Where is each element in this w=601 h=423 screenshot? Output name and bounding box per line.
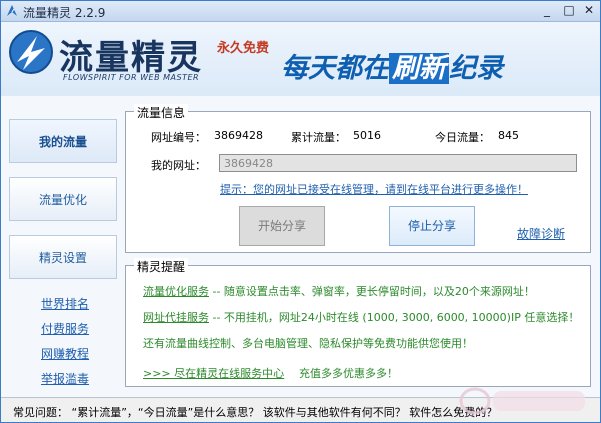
today-flow-value: 845 <box>498 129 519 142</box>
start-share-button[interactable]: 开始分享 <box>239 206 325 246</box>
optimize-service-link[interactable]: 流量优化服务 <box>143 285 209 298</box>
free-badge: 永久免费 <box>217 41 270 56</box>
faq-text[interactable]: 常见问题： “累计流量”，“今日流量”是什么意思？ 该软件与其他软件有何不同？ … <box>13 404 497 420</box>
app-logo-icon <box>7 5 17 16</box>
stop-share-button[interactable]: 停止分享 <box>389 206 475 246</box>
close-icon[interactable]: ✕ <box>581 3 597 18</box>
service-center-link[interactable]: >>> 尽在精灵在线服务中心 <box>143 365 284 381</box>
watermark-icon <box>459 387 585 415</box>
link-paid-service[interactable]: 付费服务 <box>41 320 89 337</box>
header-banner: 流量精灵 FLOWSPIRIT FOR WEB MASTER 永久免费 每天都在… <box>1 22 600 96</box>
slogan-part-b: 刷新 <box>389 53 449 84</box>
my-url-field[interactable]: 3869428 <box>219 154 577 172</box>
hosting-service-text: -- 不用挂机，网址24小时在线 (1000, 3000, 6000, 1000… <box>209 311 580 324</box>
site-id-label: 网址编号： <box>151 131 206 144</box>
app-window: 流量精灵 2.2.9 _ □ ✕ 流量精灵 FLOWSPIRIT FOR WEB… <box>0 0 601 423</box>
site-id-value: 3869428 <box>214 129 263 142</box>
manage-tip-link[interactable]: 提示：您的网址已接受在线管理，请到在线平台进行更多操作！ <box>220 181 528 197</box>
nav-flow-optimize[interactable]: 流量优化 <box>9 177 117 221</box>
reminder-legend: 精灵提醒 <box>134 258 189 275</box>
reminder-line-hosting: 网址代挂服务 -- 不用挂机，网址24小时在线 (1000, 3000, 600… <box>143 309 579 325</box>
optimize-service-text: -- 随意设置点击率、弹窗率，更长停留时间，以及20个来源网址！ <box>209 285 535 298</box>
slogan-part-a: 每天都在 <box>281 53 389 84</box>
window-title: 流量精灵 2.2.9 <box>23 6 106 20</box>
my-url-label: 我的网址： <box>151 159 206 172</box>
link-report[interactable]: 举报滥毒 <box>41 370 89 387</box>
total-flow-value: 5016 <box>353 129 381 142</box>
logo-subtitle: FLOWSPIRIT FOR WEB MASTER <box>63 73 200 82</box>
recharge-text[interactable]: 充值多多优惠多多！ <box>299 365 398 381</box>
logo-text: 流量精灵 <box>59 38 203 78</box>
link-world-rank[interactable]: 世界排名 <box>41 295 89 312</box>
slogan-text: 每天都在 刷新 纪录 <box>281 46 503 85</box>
link-tutorial[interactable]: 网赚教程 <box>41 345 89 362</box>
nav-my-flow[interactable]: 我的流量 <box>9 119 117 163</box>
reminder-line-features: 还有流量曲线控制、多台电脑管理、隐私保护等免费功能供您使用！ <box>143 337 473 350</box>
title-bar: 流量精灵 2.2.9 _ □ ✕ <box>1 1 600 22</box>
minimize-icon[interactable]: _ <box>539 3 555 18</box>
maximize-icon[interactable]: □ <box>561 3 577 18</box>
spirit-logo-icon <box>9 30 53 74</box>
hosting-service-link[interactable]: 网址代挂服务 <box>143 311 209 324</box>
nav-spirit-settings[interactable]: 精灵设置 <box>9 235 117 279</box>
slogan-part-c: 纪录 <box>449 53 503 84</box>
slogan-banner: 每天都在 刷新 纪录 <box>271 38 600 90</box>
diagnose-link[interactable]: 故障诊断 <box>517 225 565 242</box>
reminder-line-optimize: 流量优化服务 -- 随意设置点击率、弹窗率，更长停留时间，以及20个来源网址！ <box>143 283 535 299</box>
total-flow-label: 累计流量： <box>291 131 346 144</box>
flow-info-legend: 流量信息 <box>134 104 189 121</box>
today-flow-label: 今日流量： <box>435 131 490 144</box>
